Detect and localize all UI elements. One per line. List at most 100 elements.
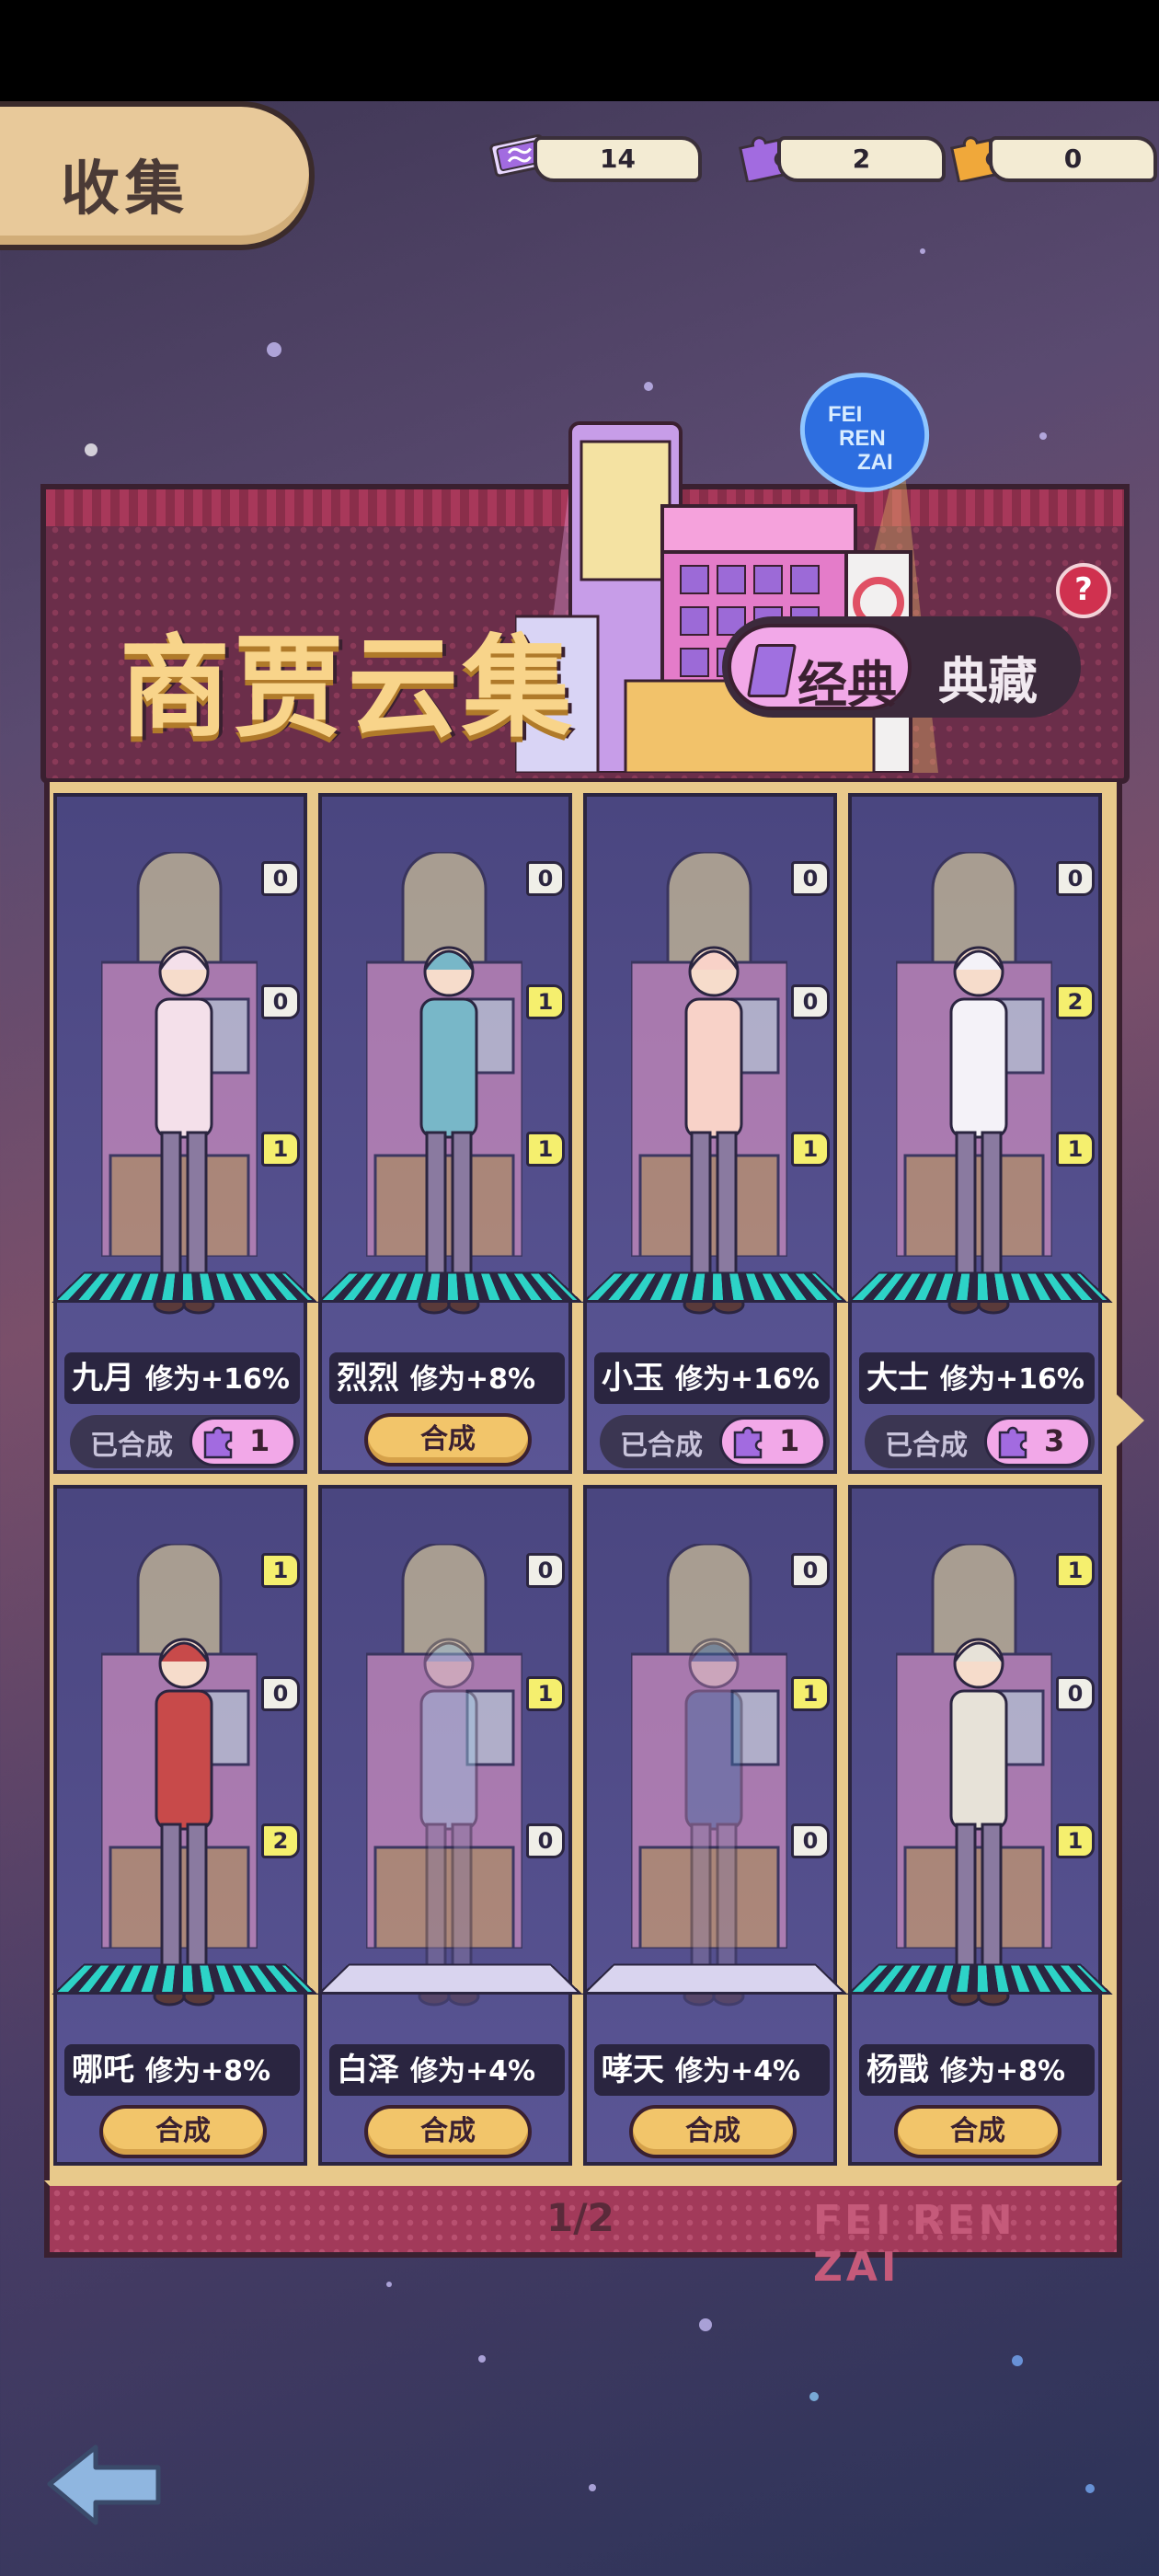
piece-count-badge: 0 bbox=[261, 1676, 300, 1711]
neon-brand-sign: FEI REN ZAI bbox=[799, 373, 930, 492]
cultivation-boost: 修为+4% bbox=[410, 2055, 536, 2087]
back-arrow-button[interactable] bbox=[40, 2438, 169, 2530]
tab-classic[interactable]: 经典 bbox=[728, 624, 912, 714]
piece-count-badge: 1 bbox=[261, 1553, 300, 1588]
owned-count: 1 bbox=[249, 1423, 270, 1458]
display-floor bbox=[316, 1271, 583, 1303]
synthesized-label: 已合成 bbox=[885, 1430, 968, 1462]
character-card[interactable]: 0 0 1 小玉 修为+16% 已合成 1 bbox=[581, 793, 848, 1474]
owned-pieces: 1 bbox=[189, 1417, 296, 1466]
synthesized-status: 已合成 1 bbox=[600, 1415, 830, 1468]
character-card[interactable]: 1 0 1 杨戬 修为+8% 合成 bbox=[846, 1485, 1113, 2166]
piece-count-badge: 1 bbox=[261, 1132, 300, 1167]
character-info: 哮天 修为+4% bbox=[594, 2044, 830, 2096]
cultivation-boost: 修为+4% bbox=[675, 2055, 801, 2087]
character-name: 哮天 bbox=[602, 2052, 664, 2088]
character-info: 哪吒 修为+8% bbox=[64, 2044, 300, 2096]
cultivation-boost: 修为+8% bbox=[410, 1363, 536, 1396]
tab-collector-label[interactable]: 典藏 bbox=[938, 640, 1038, 713]
owned-count: 3 bbox=[1044, 1423, 1065, 1458]
tab-classic-label: 经典 bbox=[798, 656, 897, 714]
synthesize-button[interactable]: 合成 bbox=[894, 2105, 1061, 2158]
piece-count-badge: 0 bbox=[791, 861, 830, 896]
cultivation-boost: 修为+16% bbox=[145, 1363, 290, 1396]
piece-count-badge: 1 bbox=[526, 1676, 565, 1711]
collection-title-banner: 收集 bbox=[0, 101, 315, 250]
synthesize-button[interactable]: 合成 bbox=[99, 2105, 267, 2158]
puzzle-count: 2 bbox=[777, 136, 946, 182]
piece-count-badge: 0 bbox=[261, 861, 300, 896]
piece-count-badge: 0 bbox=[791, 1823, 830, 1858]
ticket-counter: 14 bbox=[488, 129, 708, 182]
character-name: 杨戬 bbox=[866, 2052, 929, 2088]
character-name: 哪吒 bbox=[72, 2052, 134, 2088]
owned-count: 1 bbox=[779, 1423, 800, 1458]
puzzle-counter: 2 bbox=[731, 129, 952, 182]
piece-count-badge: 0 bbox=[791, 1553, 830, 1588]
card-gem-icon bbox=[746, 644, 798, 697]
character-card[interactable]: 0 1 1 烈烈 修为+8% 合成 bbox=[316, 793, 583, 1474]
synthesized-status: 已合成 3 bbox=[865, 1415, 1095, 1468]
puzzle-piece-icon bbox=[998, 1426, 1027, 1459]
character-card[interactable]: 1 0 2 哪吒 修为+8% 合成 bbox=[52, 1485, 318, 2166]
piece-count-badge: 1 bbox=[526, 1132, 565, 1167]
synthesize-button[interactable]: 合成 bbox=[629, 2105, 797, 2158]
piece-count-badge: 0 bbox=[261, 984, 300, 1019]
character-info: 小玉 修为+16% bbox=[594, 1352, 830, 1404]
character-info: 九月 修为+16% bbox=[64, 1352, 300, 1404]
gold-puzzle-counter: 0 bbox=[943, 129, 1159, 182]
display-floor bbox=[52, 1271, 318, 1303]
owned-pieces: 1 bbox=[719, 1417, 826, 1466]
screen-title: 收集 bbox=[61, 155, 189, 224]
status-bar bbox=[0, 0, 1159, 101]
next-page-arrow[interactable] bbox=[1111, 1389, 1144, 1452]
sign-text-2: REN bbox=[839, 426, 886, 451]
piece-count-badge: 2 bbox=[261, 1823, 300, 1858]
page-indicator: 1/2 bbox=[546, 2195, 614, 2240]
ticket-count: 14 bbox=[534, 136, 702, 182]
character-name: 小玉 bbox=[602, 1360, 664, 1397]
sign-text-3: ZAI bbox=[857, 450, 893, 475]
piece-count-badge: 1 bbox=[791, 1676, 830, 1711]
piece-count-badge: 0 bbox=[1056, 1676, 1095, 1711]
synthesize-button[interactable]: 合成 bbox=[364, 2105, 532, 2158]
piece-count-badge: 1 bbox=[1056, 1553, 1095, 1588]
sign-text-1: FEI bbox=[828, 402, 862, 427]
synthesized-status: 已合成 1 bbox=[70, 1415, 300, 1468]
help-icon[interactable]: ? bbox=[1056, 563, 1111, 618]
display-floor bbox=[581, 1271, 848, 1303]
piece-count-badge: 0 bbox=[526, 1553, 565, 1588]
character-card[interactable]: 0 1 0 哮天 修为+4% 合成 bbox=[581, 1485, 848, 2166]
display-floor bbox=[846, 1963, 1113, 1995]
character-card[interactable]: 0 0 1 九月 修为+16% 已合成 1 bbox=[52, 793, 318, 1474]
cultivation-boost: 修为+8% bbox=[145, 2055, 271, 2087]
character-name: 烈烈 bbox=[337, 1360, 399, 1397]
display-floor bbox=[52, 1963, 318, 1995]
piece-count-badge: 0 bbox=[1056, 861, 1095, 896]
character-name: 九月 bbox=[72, 1360, 134, 1397]
cultivation-boost: 修为+8% bbox=[940, 2055, 1066, 2087]
display-floor bbox=[581, 1963, 848, 1995]
character-info: 白泽 修为+4% bbox=[329, 2044, 565, 2096]
piece-count-badge: 0 bbox=[526, 1823, 565, 1858]
brand-watermark: FEI REN ZAI bbox=[813, 2197, 1016, 2291]
pagination-bar: 1/2 FEI REN ZAI bbox=[44, 2180, 1122, 2291]
character-info: 杨戬 修为+8% bbox=[859, 2044, 1095, 2096]
character-card[interactable]: 0 1 0 白泽 修为+4% 合成 bbox=[316, 1485, 583, 2166]
puzzle-piece-icon bbox=[203, 1426, 233, 1459]
synthesize-button[interactable]: 合成 bbox=[364, 1413, 532, 1466]
display-floor bbox=[846, 1271, 1113, 1303]
synthesized-label: 已合成 bbox=[620, 1430, 703, 1462]
puzzle-piece-icon bbox=[733, 1426, 763, 1459]
character-name: 大士 bbox=[866, 1360, 929, 1397]
character-card[interactable]: 0 2 1 大士 修为+16% 已合成 3 bbox=[846, 793, 1113, 1474]
gold-puzzle-count: 0 bbox=[989, 136, 1157, 182]
character-name: 白泽 bbox=[337, 2052, 399, 2088]
piece-count-badge: 1 bbox=[1056, 1132, 1095, 1167]
cultivation-boost: 修为+16% bbox=[940, 1363, 1084, 1396]
character-info: 大士 修为+16% bbox=[859, 1352, 1095, 1404]
piece-count-badge: 0 bbox=[526, 861, 565, 896]
collection-tab-toggle[interactable]: 经典 典藏 bbox=[722, 616, 1081, 718]
display-floor bbox=[316, 1963, 583, 1995]
piece-count-badge: 0 bbox=[791, 984, 830, 1019]
